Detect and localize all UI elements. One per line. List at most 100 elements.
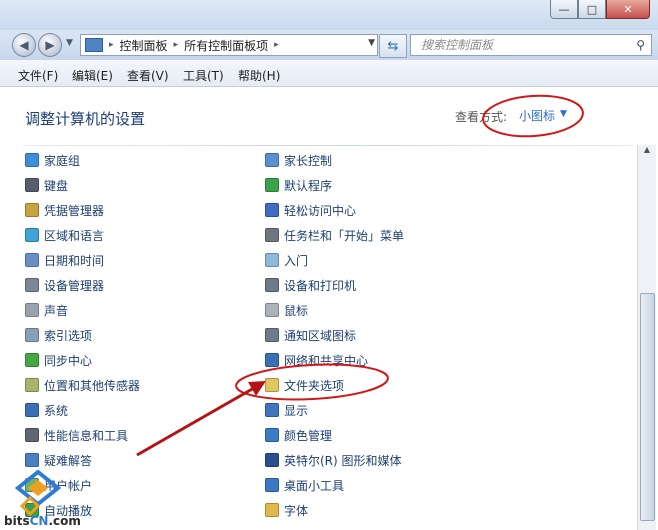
maximize-button[interactable]: □ xyxy=(578,0,606,19)
item-label: 任务栏和「开始」菜单 xyxy=(284,228,405,243)
chevron-right-icon[interactable]: ▸ xyxy=(174,40,179,50)
back-button[interactable]: ◀ xyxy=(12,33,36,57)
item-icon xyxy=(25,228,39,242)
window-controls: — □ ✕ xyxy=(550,0,650,19)
watermark-icon xyxy=(14,469,62,517)
view-by-dropdown[interactable]: 小图标 xyxy=(519,107,555,124)
search-box[interactable]: ⚲ xyxy=(410,34,652,56)
item-label: 家庭组 xyxy=(44,153,81,168)
menu-help[interactable]: 帮助(H) xyxy=(238,67,280,84)
control-panel-item[interactable]: 文件夹选项 xyxy=(265,376,344,394)
arrow-right-icon: ▶ xyxy=(45,38,55,52)
item-label: 声音 xyxy=(44,303,69,318)
chevron-right-icon[interactable]: ▸ xyxy=(274,40,279,50)
refresh-button[interactable]: ⇆ xyxy=(379,34,407,58)
control-panel-item[interactable]: 显示 xyxy=(265,401,308,419)
item-icon xyxy=(25,278,39,292)
item-label: 颜色管理 xyxy=(284,428,333,443)
menu-file[interactable]: 文件(F) xyxy=(18,67,58,84)
vertical-scrollbar[interactable]: ▲ xyxy=(637,145,656,530)
chevron-right-icon[interactable]: ▸ xyxy=(109,40,114,50)
control-panel-item[interactable]: 设备和打印机 xyxy=(265,276,356,294)
control-panel-item[interactable]: 字体 xyxy=(265,501,308,519)
item-label: 疑难解答 xyxy=(44,453,93,468)
menu-view[interactable]: 查看(V) xyxy=(127,67,169,84)
item-icon xyxy=(25,153,39,167)
control-panel-item[interactable]: 区域和语言 xyxy=(25,226,104,244)
item-label: 日期和时间 xyxy=(44,253,105,268)
close-button[interactable]: ✕ xyxy=(606,0,650,19)
item-icon xyxy=(25,328,39,342)
item-icon xyxy=(265,503,279,517)
item-icon xyxy=(265,178,279,192)
main-content: 调整计算机的设置 查看方式: 小图标 ▼ 家庭组 键盘 凭据管理器 区域和语言 日期和时… xyxy=(0,87,658,530)
view-by-label: 查看方式: xyxy=(455,110,508,124)
forward-button[interactable]: ▶ xyxy=(38,33,62,57)
control-panel-item[interactable]: 颜色管理 xyxy=(265,426,332,444)
item-label: 轻松访问中心 xyxy=(284,203,357,218)
item-icon xyxy=(25,378,39,392)
breadcrumb-control-panel[interactable]: 控制面板 xyxy=(120,37,168,54)
control-panel-item[interactable]: 位置和其他传感器 xyxy=(25,376,140,394)
address-bar[interactable]: ▸ 控制面板 ▸ 所有控制面板项 ▸ ▼ xyxy=(80,34,378,56)
item-icon xyxy=(265,303,279,317)
item-icon xyxy=(265,278,279,292)
control-panel-item[interactable]: 疑难解答 xyxy=(25,451,92,469)
control-panel-item[interactable]: 声音 xyxy=(25,301,68,319)
item-label: 家长控制 xyxy=(284,153,333,168)
item-label: 文件夹选项 xyxy=(284,378,345,393)
control-panel-item[interactable]: 同步中心 xyxy=(25,351,92,369)
control-panel-item[interactable]: 桌面小工具 xyxy=(265,476,344,494)
address-dropdown-icon[interactable]: ▼ xyxy=(368,38,375,48)
watermark-text: bitsCN.com xyxy=(4,514,81,528)
item-label: 设备管理器 xyxy=(44,278,105,293)
chevron-down-icon[interactable]: ▼ xyxy=(560,109,567,119)
item-icon xyxy=(265,453,279,467)
control-panel-item[interactable]: 入门 xyxy=(265,251,308,269)
control-panel-item[interactable]: 英特尔(R) 图形和媒体 xyxy=(265,451,402,469)
menu-edit[interactable]: 编辑(E) xyxy=(72,67,113,84)
history-dropdown-icon[interactable]: ▼ xyxy=(66,38,73,48)
item-icon xyxy=(265,353,279,367)
watermark-text-part: CN xyxy=(29,514,49,528)
item-icon xyxy=(265,378,279,392)
item-icon xyxy=(265,478,279,492)
control-panel-item[interactable]: 通知区域图标 xyxy=(265,326,356,344)
control-panel-item[interactable]: 键盘 xyxy=(25,176,68,194)
menu-tools[interactable]: 工具(T) xyxy=(183,67,224,84)
item-icon xyxy=(25,203,39,217)
search-input[interactable] xyxy=(419,37,623,53)
control-panel-item[interactable]: 性能信息和工具 xyxy=(25,426,128,444)
control-panel-item[interactable]: 网络和共享中心 xyxy=(265,351,368,369)
item-icon xyxy=(25,453,39,467)
item-icon xyxy=(25,403,39,417)
item-label: 鼠标 xyxy=(284,303,309,318)
control-panel-item[interactable]: 任务栏和「开始」菜单 xyxy=(265,226,404,244)
scroll-thumb[interactable] xyxy=(640,293,655,521)
item-label: 入门 xyxy=(284,253,309,268)
item-icon xyxy=(25,353,39,367)
control-panel-item[interactable]: 家长控制 xyxy=(265,151,332,169)
item-icon xyxy=(265,203,279,217)
control-panel-item[interactable]: 家庭组 xyxy=(25,151,80,169)
item-icon xyxy=(265,403,279,417)
search-icon[interactable]: ⚲ xyxy=(636,38,645,52)
control-panel-icon xyxy=(85,38,103,52)
control-panel-item[interactable]: 系统 xyxy=(25,401,68,419)
scroll-up-icon[interactable]: ▲ xyxy=(638,145,656,161)
control-panel-item[interactable]: 鼠标 xyxy=(265,301,308,319)
breadcrumb-all-items[interactable]: 所有控制面板项 xyxy=(184,37,268,54)
item-icon xyxy=(265,253,279,267)
minimize-button[interactable]: — xyxy=(550,0,578,19)
control-panel-item[interactable]: 索引选项 xyxy=(25,326,92,344)
control-panel-item[interactable]: 凭据管理器 xyxy=(25,201,104,219)
title-bar: — □ ✕ xyxy=(0,0,658,30)
control-panel-item[interactable]: 轻松访问中心 xyxy=(265,201,356,219)
control-panel-item[interactable]: 设备管理器 xyxy=(25,276,104,294)
control-panel-item[interactable]: 日期和时间 xyxy=(25,251,104,269)
item-label: 设备和打印机 xyxy=(284,278,357,293)
item-label: 区域和语言 xyxy=(44,228,105,243)
control-panel-item[interactable]: 默认程序 xyxy=(265,176,332,194)
navigation-bar: ◀ ▶ ▼ ▸ 控制面板 ▸ 所有控制面板项 ▸ ▼ ⇆ ⚲ xyxy=(0,30,658,60)
watermark-text-part: bits xyxy=(4,514,30,528)
